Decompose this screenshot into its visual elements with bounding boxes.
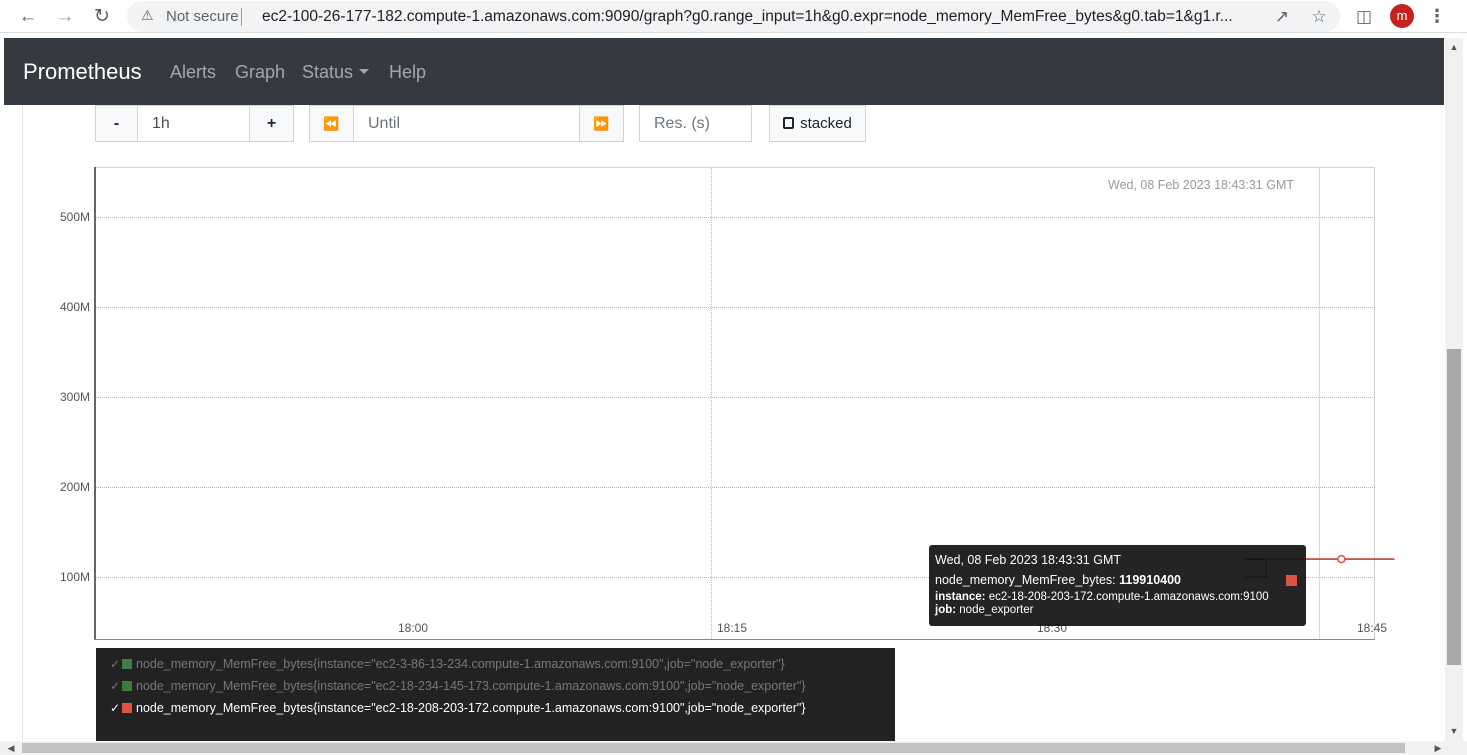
- tooltip-job-key: job:: [935, 604, 957, 616]
- legend-item[interactable]: ✓ node_memory_MemFree_bytes{instance="ec2…: [96, 701, 895, 723]
- legend-label: node_memory_MemFree_bytes{instance="ec2-…: [136, 657, 785, 671]
- end-time-forward-button[interactable]: ⏩: [579, 105, 624, 142]
- nav-help[interactable]: Help: [389, 62, 426, 83]
- legend-label: node_memory_MemFree_bytes{instance="ec2-…: [136, 701, 806, 715]
- check-icon: ✓: [110, 679, 121, 693]
- range-increase-button[interactable]: +: [249, 105, 294, 142]
- end-time-back-button[interactable]: ⏪: [309, 105, 354, 142]
- gridline: [96, 397, 1375, 398]
- until-input[interactable]: Until: [353, 105, 580, 142]
- omnibox-divider: [241, 8, 242, 26]
- legend-item[interactable]: ✓ node_memory_MemFree_bytes{instance="ec2…: [96, 657, 895, 679]
- hover-crosshair: [1319, 168, 1320, 639]
- stacked-label: stacked: [800, 115, 852, 132]
- top-navbar: Prometheus Alerts Graph Status Help: [4, 38, 1444, 105]
- check-icon: ✓: [110, 657, 121, 671]
- legend-swatch: [122, 703, 132, 713]
- check-icon: ✓: [110, 701, 121, 715]
- x-tick-label: 18:45: [1356, 621, 1388, 635]
- address-bar[interactable]: ⚠ Not secure ec2-100-26-177-182.compute-…: [127, 1, 1340, 32]
- scroll-left-arrow-icon[interactable]: ◀: [4, 741, 18, 755]
- horizontal-scroll-thumb[interactable]: [22, 743, 1405, 753]
- y-tick-label: 400M: [59, 300, 90, 314]
- y-tick-label: 500M: [59, 210, 90, 224]
- caret-down-icon: [359, 69, 370, 75]
- nav-alerts[interactable]: Alerts: [170, 62, 216, 83]
- tooltip-series-swatch: [1286, 575, 1297, 586]
- gridline: [96, 217, 1375, 218]
- nav-graph[interactable]: Graph: [235, 62, 285, 83]
- scroll-up-arrow-icon[interactable]: ▲: [1447, 40, 1461, 54]
- warning-icon: ⚠: [141, 7, 154, 23]
- nav-status-label: Status: [302, 62, 354, 82]
- resolution-input[interactable]: Res. (s): [639, 105, 752, 142]
- content-border: [22, 105, 23, 741]
- profile-avatar[interactable]: m: [1390, 4, 1414, 28]
- vertical-scroll-thumb[interactable]: [1447, 349, 1461, 665]
- tooltip-metric: node_memory_MemFree_bytes: 119910400: [935, 573, 1300, 587]
- legend-item[interactable]: ✓ node_memory_MemFree_bytes{instance="ec2…: [96, 679, 895, 701]
- gridline: [711, 168, 712, 639]
- reload-icon[interactable]: ↻: [89, 4, 115, 30]
- url-text[interactable]: ec2-100-26-177-182.compute-1.amazonaws.c…: [262, 8, 1262, 26]
- tooltip-instance: instance: ec2-18-208-203-172.compute-1.a…: [935, 591, 1300, 604]
- share-icon[interactable]: ↗: [1269, 4, 1295, 30]
- scroll-right-arrow-icon[interactable]: ▶: [1431, 741, 1445, 755]
- x-tick-label: 18:00: [397, 621, 429, 635]
- y-tick-label: 100M: [59, 570, 90, 584]
- tooltip-job: job: node_exporter: [935, 604, 1300, 617]
- y-tick-label: 200M: [59, 480, 90, 494]
- tooltip-metric-value: 119910400: [1119, 573, 1182, 587]
- x-tick-label: 18:15: [716, 621, 748, 635]
- x-axis: [94, 639, 1375, 640]
- y-tick-label: 300M: [59, 390, 90, 404]
- tooltip-instance-value: ec2-18-208-203-172.compute-1.amazonaws.c…: [988, 591, 1269, 603]
- scroll-down-arrow-icon[interactable]: ▼: [1447, 724, 1461, 738]
- y-axis: [94, 167, 96, 640]
- legend-label: node_memory_MemFree_bytes{instance="ec2-…: [136, 679, 806, 693]
- tooltip-instance-key: instance:: [935, 591, 986, 603]
- legend-swatch: [122, 681, 132, 691]
- legend-swatch: [122, 659, 132, 669]
- stacked-toggle-button[interactable]: stacked: [769, 105, 866, 142]
- checkbox-icon: [783, 117, 795, 129]
- range-input[interactable]: 1h: [137, 105, 250, 142]
- side-panel-icon[interactable]: ◫: [1351, 4, 1377, 30]
- range-decrease-button[interactable]: -: [95, 105, 138, 142]
- kebab-menu-icon[interactable]: ⋮: [1426, 4, 1448, 28]
- gridline: [96, 307, 1375, 308]
- graph-legend: ✓ node_memory_MemFree_bytes{instance="ec2…: [96, 648, 895, 741]
- nav-status[interactable]: Status: [302, 62, 370, 83]
- browser-toolbar: ← → ↻ ⚠ Not secure ec2-100-26-177-182.co…: [0, 0, 1467, 33]
- hover-timestamp: Wed, 08 Feb 2023 18:43:31 GMT: [1108, 178, 1294, 192]
- tooltip-metric-name: node_memory_MemFree_bytes:: [935, 573, 1116, 587]
- back-arrow-icon[interactable]: ←: [15, 4, 41, 30]
- security-label: Not secure: [166, 8, 239, 25]
- gridline: [96, 487, 1375, 488]
- star-icon[interactable]: ☆: [1306, 4, 1332, 30]
- data-tooltip: Wed, 08 Feb 2023 18:43:31 GMT node_memor…: [929, 545, 1306, 626]
- forward-arrow-icon[interactable]: →: [52, 4, 78, 30]
- tooltip-date: Wed, 08 Feb 2023 18:43:31 GMT: [935, 553, 1121, 567]
- tooltip-job-value: node_exporter: [959, 604, 1034, 616]
- brand-logo[interactable]: Prometheus: [23, 59, 142, 85]
- prometheus-page: Prometheus Alerts Graph Status Help - 1h…: [4, 38, 1444, 741]
